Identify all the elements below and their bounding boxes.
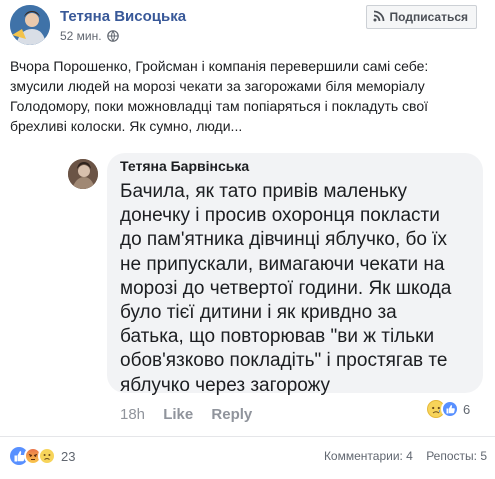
rss-icon [373,10,385,25]
comments-count-link[interactable]: Комментарии: 4 [324,449,413,463]
divider [0,436,495,437]
comment-text-line: батька, що повторював "ви ж тільки [120,326,435,348]
author-avatar[interactable] [10,5,50,45]
like-reaction-icon [441,400,459,418]
post-text: Вчора Порошенко, Гройсман і компанія пер… [10,56,488,136]
commenter-name[interactable]: Тетяна Барвінська [120,158,249,174]
comment-reply-button[interactable]: Reply [211,406,252,423]
sad-reaction-icon [38,447,56,465]
comment-text-line: не припускали, вимагаючи чекати на [120,253,445,275]
comment-text-line: до пам'ятника дівчинці яблучко, бо їх [120,229,448,251]
post-text-line: Вчора Порошенко, Гройсман і компанія пер… [10,58,429,74]
comment-text-line: Бачила, як тато привів маленьку [120,181,408,202]
post-time[interactable]: 52 мин. [60,29,102,43]
post-reaction-count: 23 [61,448,76,464]
comment-text-line: яблучко через загорожу [120,374,331,396]
avatar-image [10,5,50,45]
follow-button[interactable]: Подписаться [365,5,477,29]
globe-icon [106,30,119,45]
comment-text-line: донечку і просив охоронця покласти [120,205,440,227]
post-timestamp[interactable]: 52 мин. [60,29,119,45]
comment-text-line: морозі до четвертої години. Як шкода [120,277,452,299]
post-stats: Комментарии: 4 Репосты: 5 [324,449,487,463]
comment-age[interactable]: 18h [120,406,145,423]
post-text-line: брехливі колоски. Як сумно, люди... [10,118,243,134]
commenter-avatar-image [68,159,98,189]
comment-like-button[interactable]: Like [163,406,193,423]
post-reactions[interactable]: 23 [10,447,75,465]
comment-actions: 18h Like Reply [120,406,252,423]
post-header: Тетяна Висоцька 52 мин. Подписаться [10,4,490,46]
post-author-name[interactable]: Тетяна Висоцька [60,8,186,25]
post-text-line: змусили людей на морозі чекати за загоро… [10,78,425,94]
comment-reactions[interactable]: 6 [427,399,470,419]
comment-text-line: обов'язково покладіть" і простягав те [120,350,448,372]
comment-reaction-count: 6 [463,401,471,417]
reposts-count-link[interactable]: Репосты: 5 [426,449,487,463]
follow-label: Подписаться [389,10,468,24]
comment-text: Бачила, як тато привів маленьку донечку … [120,180,480,398]
post-text-line: Голодомору, поки можновладці там попіаря… [10,98,429,114]
commenter-avatar[interactable] [68,159,98,189]
comment-text-line: було тієї дитини і як кривдно за [120,302,397,324]
